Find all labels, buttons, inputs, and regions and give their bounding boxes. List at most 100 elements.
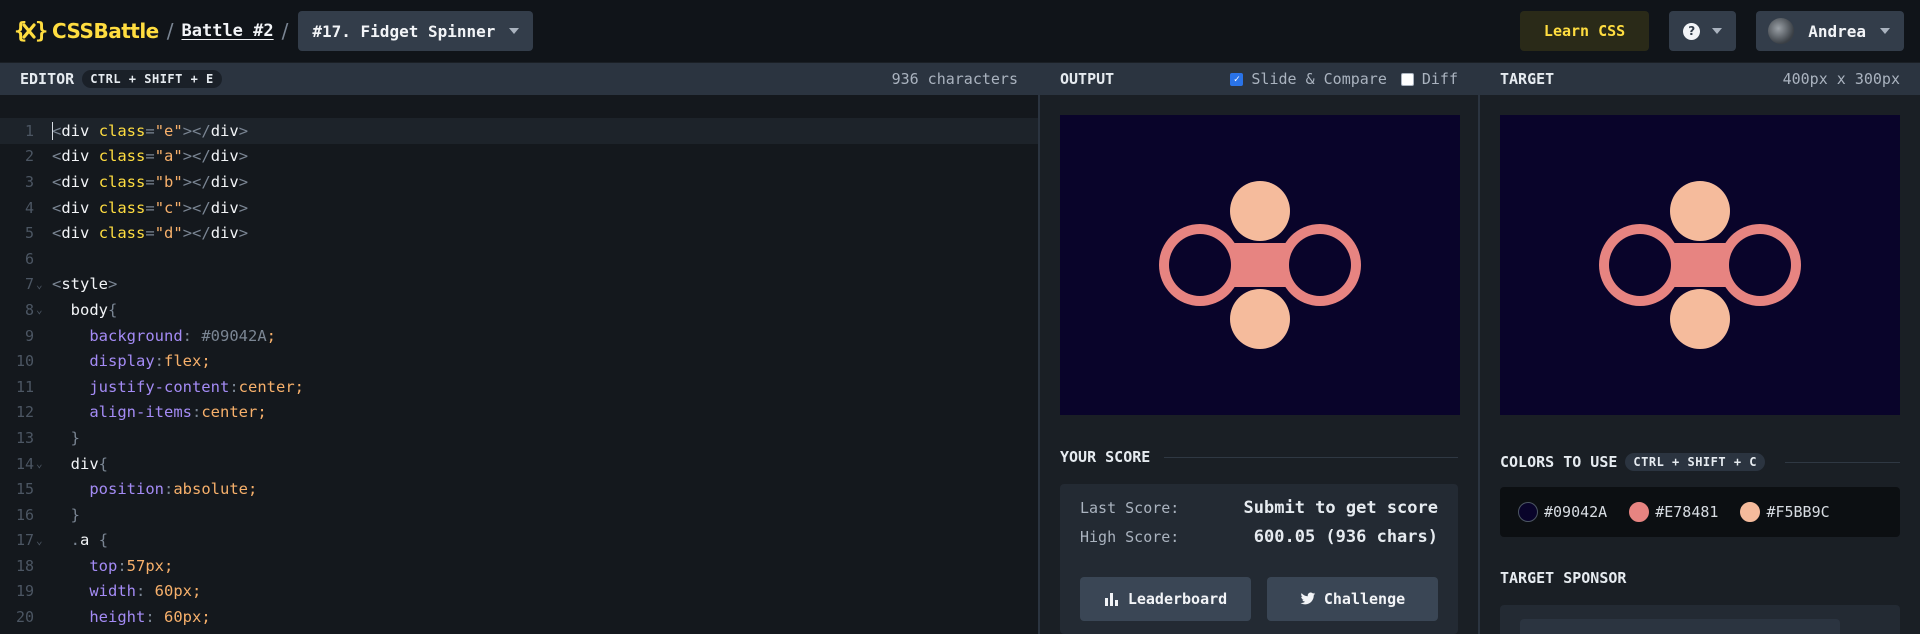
- char-count: 936 characters: [891, 70, 1018, 88]
- output-panel: YOUR SCORE Last Score: Submit to get sco…: [1040, 95, 1478, 634]
- high-score-value: 600.05 (936 chars): [1253, 527, 1438, 547]
- logo-text: CSSBattle: [52, 19, 159, 43]
- editor-title: EDITOR: [20, 70, 75, 88]
- colors-section-title: COLORS TO USE CTRL + SHIFT + C: [1500, 453, 1900, 471]
- text-cursor: [52, 121, 53, 140]
- sponsor-placeholder: [1520, 619, 1840, 634]
- target-select[interactable]: #17. Fidget Spinner: [298, 11, 534, 51]
- target-dimensions: 400px x 300px: [1782, 70, 1900, 88]
- help-menu-button[interactable]: ?: [1669, 11, 1737, 51]
- breadcrumb-separator: /: [166, 19, 174, 43]
- color-swatch[interactable]: #09042A: [1518, 502, 1607, 522]
- code-line[interactable]: 18 top:57px;: [0, 553, 1038, 579]
- checkbox-icon[interactable]: [1400, 72, 1414, 86]
- code-line[interactable]: 15 position:absolute;: [0, 476, 1038, 502]
- target-panel: COLORS TO USE CTRL + SHIFT + C #09042A #…: [1480, 95, 1920, 634]
- code-line[interactable]: 4 <div class="c"></div>: [0, 195, 1038, 221]
- code-line[interactable]: 12 align-items:center;: [0, 400, 1038, 426]
- avatar: [1768, 18, 1795, 44]
- challenge-button[interactable]: Challenge: [1267, 577, 1438, 621]
- learn-css-label: Learn CSS: [1543, 22, 1626, 40]
- code-line[interactable]: 7 ⌄ <style>: [0, 272, 1038, 298]
- chevron-down-icon: [1880, 28, 1890, 34]
- code-line[interactable]: 2 <div class="a"></div>: [0, 144, 1038, 170]
- output-title: OUTPUT: [1060, 70, 1115, 88]
- sponsor-section-title: TARGET SPONSOR: [1500, 569, 1900, 587]
- sponsor-box[interactable]: [1500, 605, 1900, 634]
- color-palette: #09042A #E78481 #F5BB9C: [1500, 487, 1900, 537]
- user-menu-button[interactable]: Andrea: [1756, 11, 1904, 51]
- code-line[interactable]: 19 width: 60px;: [0, 579, 1038, 605]
- checkbox-checked-icon[interactable]: ✓: [1230, 72, 1244, 86]
- code-line[interactable]: 11 justify-content:center;: [0, 374, 1038, 400]
- code-line[interactable]: 3 <div class="b"></div>: [0, 169, 1038, 195]
- colors-shortcut-badge: CTRL + SHIFT + C: [1625, 453, 1765, 471]
- line-number: 4: [24, 198, 34, 217]
- code-line[interactable]: 16 }: [0, 502, 1038, 528]
- colors-title-text: COLORS TO USE: [1500, 453, 1618, 471]
- editor-header: EDITOR CTRL + SHIFT + E 936 characters: [0, 63, 1038, 95]
- editor-shortcut-badge: CTRL + SHIFT + E: [82, 70, 222, 88]
- fold-icon[interactable]: ⌄: [36, 534, 46, 547]
- leaderboard-button[interactable]: Leaderboard: [1080, 577, 1251, 621]
- color-hex: #09042A: [1544, 503, 1608, 521]
- code-lines[interactable]: 1 <div class="e"></div> 2 <div class="a"…: [0, 118, 1038, 630]
- line-number: 12: [15, 403, 34, 422]
- line-number: 14: [15, 454, 34, 473]
- line-number: 3: [24, 172, 34, 191]
- score-card: Last Score: Submit to get score High Sco…: [1060, 484, 1458, 634]
- code-line[interactable]: 6: [0, 246, 1038, 272]
- top-bar: { } CSSBattle / Battle #2 / #17. Fidget …: [0, 0, 1920, 62]
- target-select-label: #17. Fidget Spinner: [312, 21, 496, 41]
- line-number: 6: [24, 249, 34, 268]
- color-hex: #E78481: [1655, 503, 1719, 521]
- fold-icon[interactable]: ⌄: [36, 278, 46, 291]
- line-number: 18: [15, 556, 34, 575]
- output-canvas[interactable]: [1060, 115, 1460, 415]
- slide-compare-toggle[interactable]: ✓ Slide & Compare: [1230, 70, 1387, 88]
- logo[interactable]: { } CSSBattle: [14, 18, 159, 44]
- svg-text:}: }: [35, 19, 48, 44]
- chevron-down-icon: [509, 28, 520, 34]
- battle-link[interactable]: Battle #2: [182, 21, 274, 41]
- divider-line: [1164, 456, 1458, 458]
- code-line[interactable]: 20 height: 60px;: [0, 604, 1038, 630]
- fidget-spinner-output: [1159, 181, 1361, 349]
- line-number: 15: [15, 480, 34, 499]
- code-line[interactable]: 17 ⌄ .a {: [0, 528, 1038, 554]
- fold-icon[interactable]: ⌄: [36, 303, 46, 316]
- score-title-text: YOUR SCORE: [1060, 448, 1151, 466]
- color-swatch[interactable]: #F5BB9C: [1740, 502, 1830, 522]
- line-number: 10: [15, 352, 34, 371]
- output-header: OUTPUT ✓ Slide & Compare Diff: [1040, 63, 1478, 95]
- color-hex: #F5BB9C: [1766, 503, 1830, 521]
- code-line[interactable]: 13 }: [0, 425, 1038, 451]
- code-line[interactable]: 14 ⌄ div{: [0, 451, 1038, 477]
- code-line[interactable]: 8 ⌄ body{: [0, 297, 1038, 323]
- code-editor[interactable]: 1 <div class="e"></div> 2 <div class="a"…: [0, 95, 1038, 634]
- learn-css-button[interactable]: Learn CSS: [1519, 11, 1650, 51]
- line-number: 13: [15, 428, 34, 447]
- divider-line: [1785, 461, 1900, 463]
- fold-icon[interactable]: ⌄: [36, 457, 46, 470]
- help-icon: ?: [1683, 22, 1701, 40]
- bar-chart-icon: [1104, 593, 1118, 606]
- user-name: Andrea: [1808, 21, 1866, 41]
- line-number: 9: [24, 326, 34, 345]
- line-number: 19: [15, 582, 34, 601]
- code-line[interactable]: 10 display:flex;: [0, 348, 1038, 374]
- code-line[interactable]: 9 background: #09042A;: [0, 323, 1038, 349]
- line-number: 1: [24, 121, 34, 140]
- twitter-icon: [1300, 592, 1316, 605]
- diff-label: Diff: [1421, 70, 1458, 88]
- logo-icon: { }: [14, 19, 48, 44]
- line-number: 7: [24, 275, 34, 294]
- diff-toggle[interactable]: Diff: [1400, 70, 1458, 88]
- score-section-title: YOUR SCORE: [1060, 448, 1458, 466]
- code-line[interactable]: 1 <div class="e"></div>: [0, 118, 1038, 144]
- last-score-value: Submit to get score: [1243, 498, 1438, 518]
- color-swatch[interactable]: #E78481: [1629, 502, 1718, 522]
- line-number: 11: [15, 377, 34, 396]
- code-line[interactable]: 5 <div class="d"></div>: [0, 220, 1038, 246]
- divider-line: [1640, 578, 1900, 579]
